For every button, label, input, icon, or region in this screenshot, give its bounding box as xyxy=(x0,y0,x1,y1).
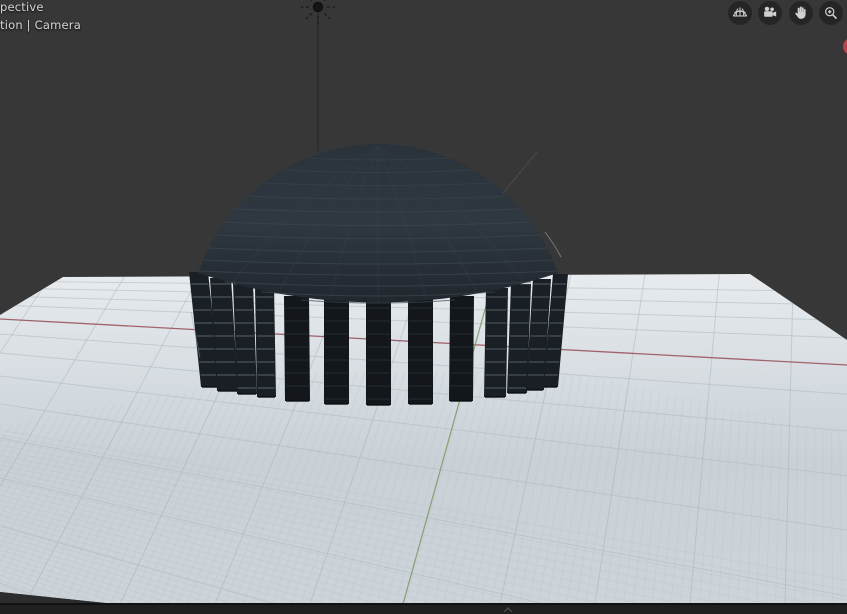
viewport-collection-label: tion | Camera xyxy=(0,18,81,32)
camera-view-icon xyxy=(764,6,777,17)
editor-divider-bar[interactable] xyxy=(0,603,847,614)
viewport-perspective-label: pective xyxy=(0,0,44,14)
point-light[interactable] xyxy=(301,0,335,151)
zoom-view-button[interactable] xyxy=(819,1,843,25)
viewport-canvas[interactable] xyxy=(0,0,847,614)
collapse-chevron-icon xyxy=(503,607,513,613)
point-light-dot[interactable] xyxy=(312,1,324,13)
stray-edge-line xyxy=(502,151,538,194)
grid-dome-icon xyxy=(732,7,748,17)
camera-view-button[interactable] xyxy=(758,1,782,25)
grid-dome-button[interactable] xyxy=(728,1,752,25)
blender-3d-viewport[interactable]: pective tion | Camera xyxy=(0,0,847,614)
zoom-magnifier-icon xyxy=(825,7,838,20)
pan-view-button[interactable] xyxy=(789,1,813,25)
pan-hand-icon xyxy=(795,6,806,19)
